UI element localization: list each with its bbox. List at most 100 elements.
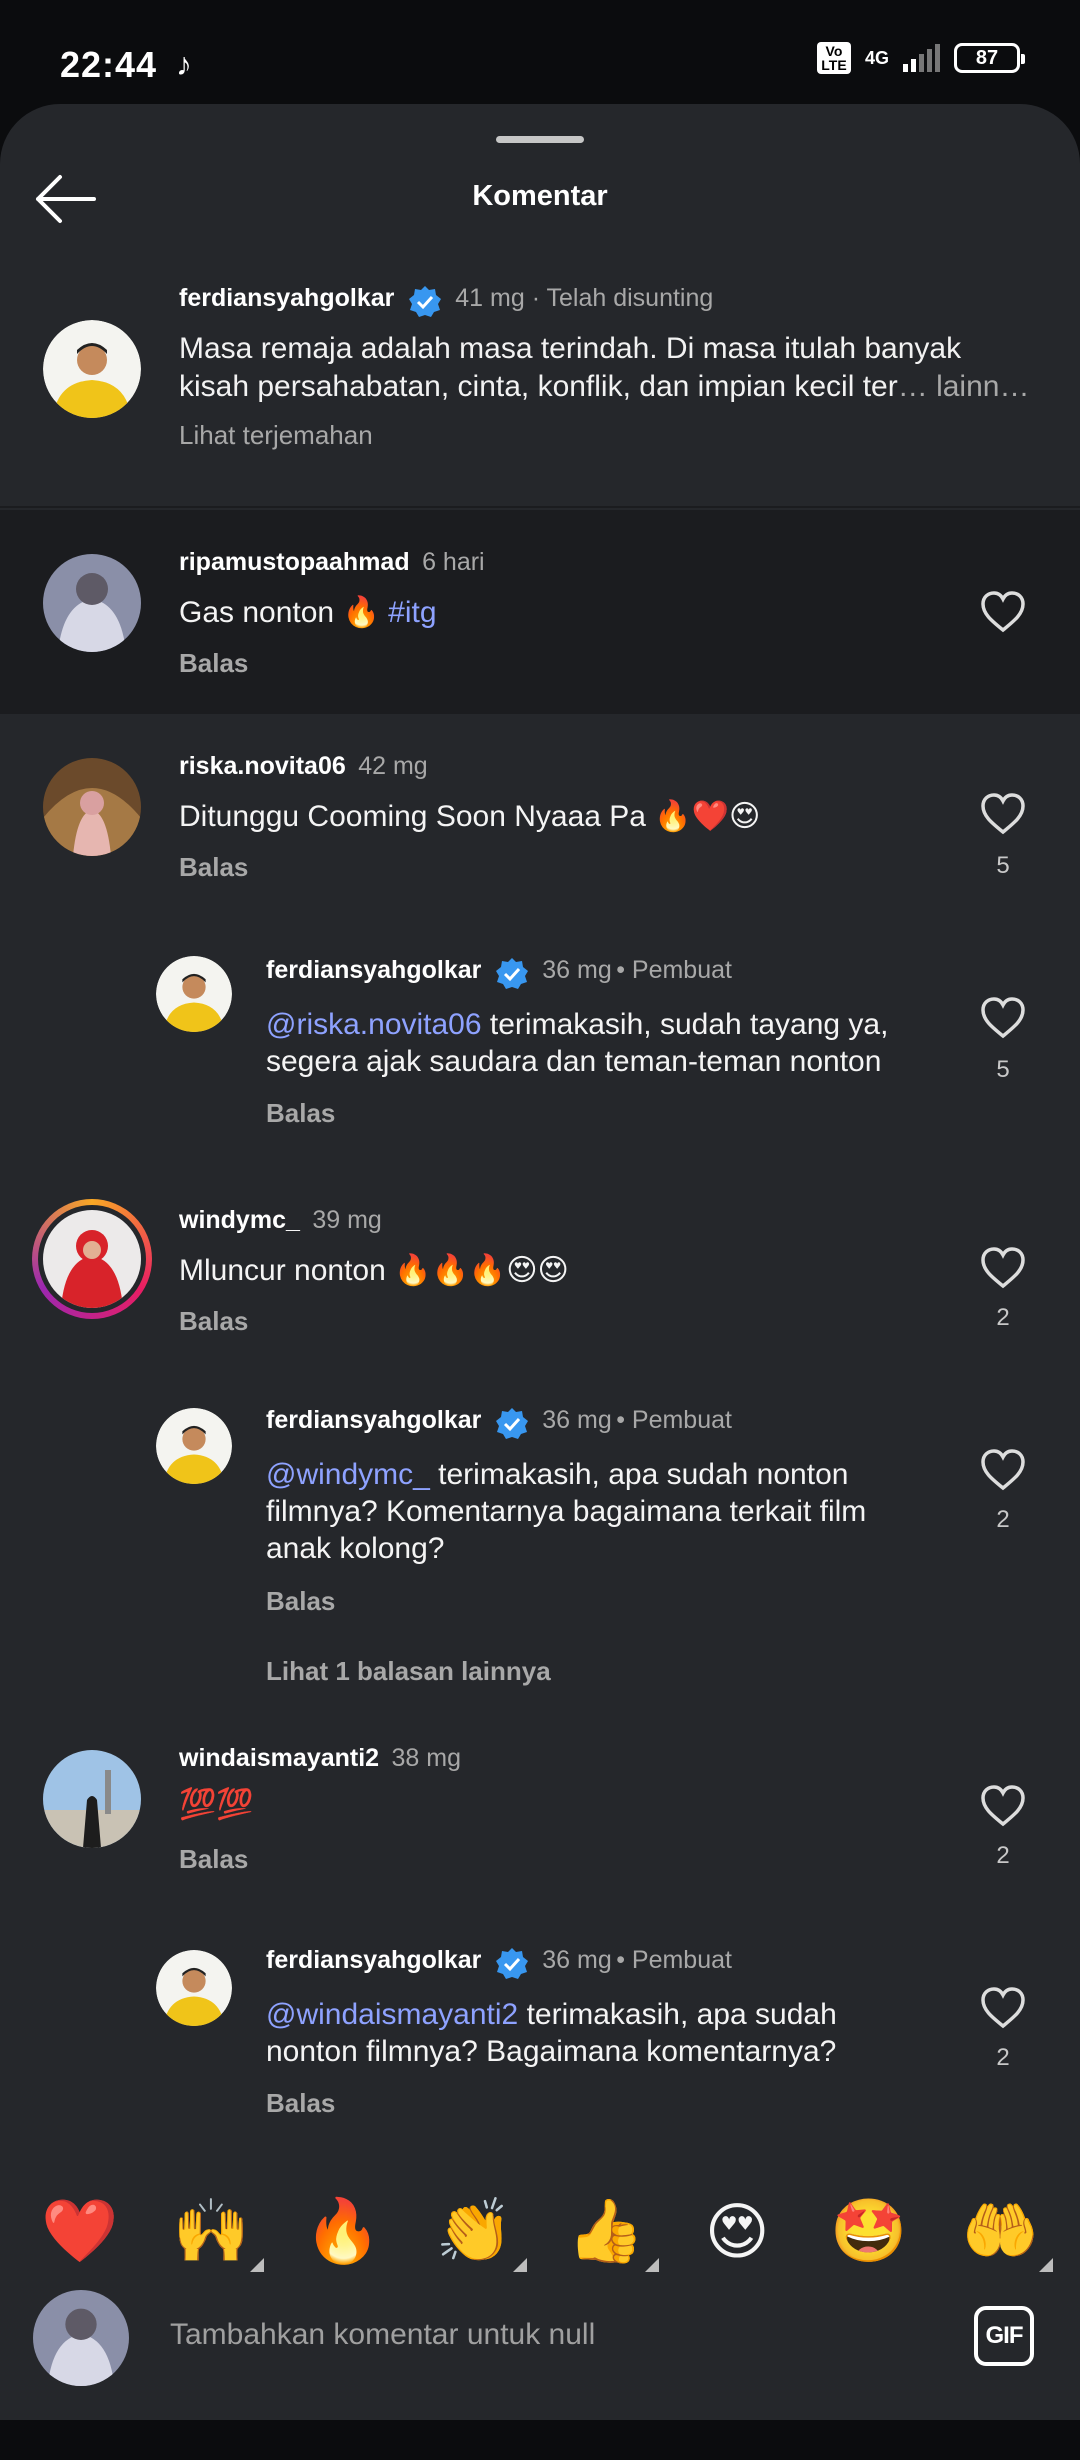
emoji-thumbs-up-button[interactable]: 👍	[551, 2195, 661, 2272]
like-heart-icon[interactable]	[980, 996, 1026, 1040]
page-title: Komentar	[472, 180, 608, 212]
reply-button[interactable]: Balas	[266, 1586, 335, 1617]
network-type: 4G	[864, 47, 889, 68]
creator-label: Pembuat	[631, 1946, 732, 1975]
quick-emoji-bar: ❤️ 🙌 🔥 👏 👍 😍 🤩 🤲	[0, 2176, 1080, 2286]
mention-link[interactable]: @riska.novita06	[266, 1008, 482, 1041]
battery-level: 87	[975, 46, 999, 69]
reply-button[interactable]: Balas	[266, 2088, 335, 2119]
status-bar: 22:44 ♪ Vo LTE 4G 87	[0, 0, 1080, 100]
comment-item: windymc_ 39 mg Mluncur nonton 🔥🔥🔥😍😍 Bala…	[0, 1176, 1080, 1366]
reply-button[interactable]: Balas	[179, 1844, 248, 1875]
avatar[interactable]	[43, 1750, 141, 1848]
username[interactable]: ferdiansyahgolkar	[266, 1946, 481, 1974]
reply-button[interactable]: Balas	[179, 1306, 248, 1337]
comment-item: ripamustopaahmad 6 hari Gas nonton 🔥 #it…	[0, 510, 1080, 714]
emoji-fire-button[interactable]: 🔥	[288, 2195, 398, 2268]
comment-time: 39 mg	[312, 1206, 382, 1234]
comment-text: @riska.novita06 terimakasih, sudah tayan…	[266, 1008, 889, 1078]
comment-item: riska.novita06 42 mg Ditunggu Cooming So…	[0, 716, 1080, 906]
like-count: 5	[996, 1056, 1010, 1083]
comment-time: 38 mg	[391, 1744, 462, 1772]
emoji-raised-hands-button[interactable]: 🙌	[156, 2195, 266, 2272]
avatar[interactable]	[156, 1408, 232, 1484]
avatar	[33, 2290, 129, 2386]
comment-text: Gas nonton 🔥 #itg	[179, 596, 437, 629]
avatar[interactable]	[156, 956, 232, 1032]
username[interactable]: ripamustopaahmad	[179, 548, 410, 576]
like-count: 2	[996, 2044, 1010, 2071]
emoji-heart-button[interactable]: ❤️	[25, 2195, 135, 2268]
mention-link[interactable]: @windymc_	[266, 1458, 430, 1491]
verified-badge-icon	[408, 286, 441, 317]
caption-meta: 41 mg · Telah disunting	[455, 284, 714, 313]
view-more-replies-link[interactable]: Lihat 1 balasan lainnya	[266, 1656, 551, 1687]
avatar[interactable]	[156, 1950, 232, 2026]
reply-item: ferdiansyahgolkar 36 mg • Pembuat @riska…	[0, 936, 1080, 1156]
comment-time: 6 hari	[422, 548, 485, 576]
gif-button[interactable]: GIF	[974, 2306, 1034, 2366]
username[interactable]: ferdiansyahgolkar	[266, 1406, 481, 1434]
username[interactable]: windaismayanti2	[179, 1744, 379, 1772]
see-translation-link[interactable]: Lihat terjemahan	[179, 420, 373, 451]
like-heart-icon[interactable]	[980, 1448, 1026, 1492]
tiktok-icon: ♪	[176, 46, 192, 82]
emoji-heart-eyes-button[interactable]: 😍	[682, 2195, 792, 2268]
verified-badge-icon	[495, 1408, 528, 1439]
mention-link[interactable]: @windaismayanti2	[266, 1998, 518, 2031]
comment-text: 💯💯	[179, 1788, 254, 1821]
volte-icon: Vo LTE	[816, 42, 851, 74]
comment-text: Mluncur nonton 🔥🔥🔥😍😍	[179, 1254, 569, 1287]
comment-text: Ditunggu Cooming Soon Nyaaa Pa 🔥❤️😍	[179, 800, 761, 833]
comment-time: 36 mg	[542, 956, 612, 985]
username[interactable]: ferdiansyahgolkar	[179, 284, 394, 312]
post-caption: ferdiansyahgolkar 41 mg · Telah disuntin…	[0, 272, 1080, 508]
caption-line: kisah persahabatan, cinta, konflik, dan …	[179, 370, 898, 403]
signal-icon	[903, 44, 940, 72]
like-count: 2	[996, 1506, 1010, 1533]
emoji-palms-up-button[interactable]: 🤲	[945, 2195, 1055, 2272]
reply-button[interactable]: Balas	[266, 1098, 335, 1129]
verified-badge-icon	[495, 1948, 528, 1979]
avatar[interactable]	[43, 554, 141, 652]
battery-icon: 87	[954, 43, 1025, 73]
avatar[interactable]	[43, 758, 141, 856]
creator-label: Pembuat	[631, 1406, 732, 1435]
caption-line: Masa remaja adalah masa terindah. Di mas…	[179, 332, 962, 365]
reply-button[interactable]: Balas	[179, 852, 248, 883]
like-heart-icon[interactable]	[980, 590, 1026, 634]
comment-text: @windaismayanti2 terimakasih, apa sudah …	[266, 1998, 837, 2068]
creator-label: Pembuat	[631, 956, 732, 985]
like-heart-icon[interactable]	[980, 1986, 1026, 2030]
comment-text: @windymc_ terimakasih, apa sudah nonton …	[266, 1458, 867, 1565]
navigation-bar	[0, 2420, 1080, 2460]
status-icons: Vo LTE 4G 87	[816, 42, 1025, 74]
reply-button[interactable]: Balas	[179, 648, 248, 679]
avatar[interactable]	[43, 320, 141, 418]
like-heart-icon[interactable]	[980, 792, 1026, 836]
comment-input[interactable]: Tambahkan komentar untuk null	[170, 2318, 595, 2352]
emoji-star-struck-button[interactable]: 🤩	[814, 2195, 924, 2268]
verified-badge-icon	[495, 958, 528, 989]
comment-composer	[0, 2286, 1080, 2420]
like-count: 2	[996, 1842, 1010, 1869]
more-link[interactable]: … lainn…	[898, 370, 1030, 403]
emoji-clap-button[interactable]: 👏	[419, 2195, 529, 2272]
like-heart-icon[interactable]	[980, 1246, 1026, 1290]
like-heart-icon[interactable]	[980, 1784, 1026, 1828]
username[interactable]: windymc_	[179, 1206, 300, 1234]
username[interactable]: riska.novita06	[179, 752, 346, 780]
drag-handle[interactable]	[496, 136, 584, 143]
status-time: 22:44	[60, 44, 158, 85]
avatar[interactable]	[43, 1210, 141, 1308]
reply-item: ferdiansyahgolkar 36 mg • Pembuat @windy…	[0, 1396, 1080, 1696]
hashtag-link[interactable]: #itg	[388, 596, 436, 629]
comment-time: 36 mg	[542, 1946, 612, 1975]
like-count: 2	[996, 1304, 1010, 1331]
like-count: 5	[996, 852, 1010, 879]
reply-item: ferdiansyahgolkar 36 mg • Pembuat @winda…	[0, 1936, 1080, 2136]
comment-item: windaismayanti2 38 mg 💯💯 Balas 2	[0, 1720, 1080, 1910]
username[interactable]: ferdiansyahgolkar	[266, 956, 481, 984]
comment-time: 36 mg	[542, 1406, 612, 1435]
comment-time: 42 mg	[358, 752, 428, 780]
